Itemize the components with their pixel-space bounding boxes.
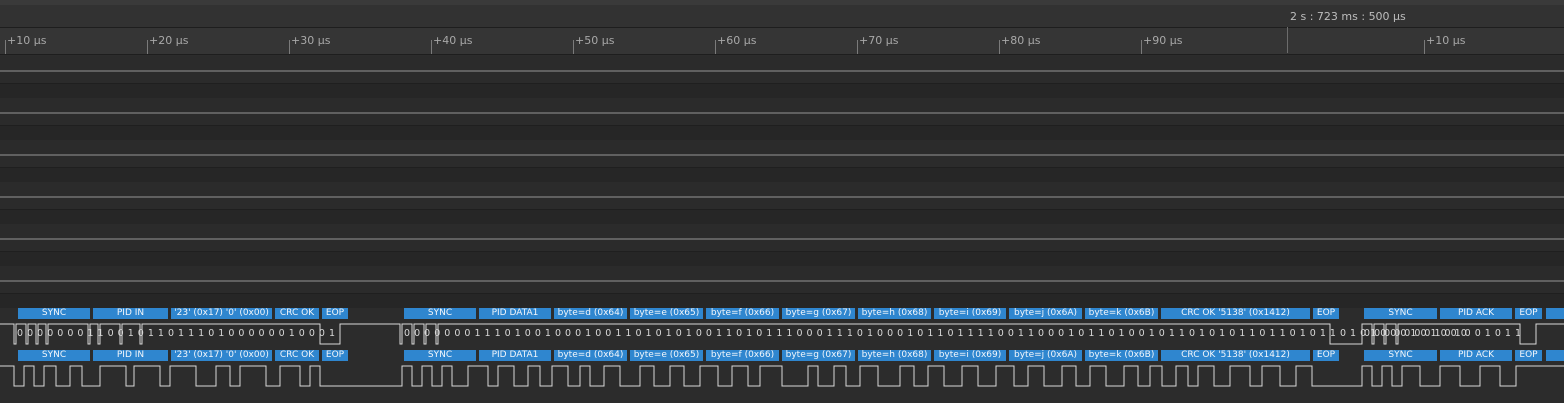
- ruler-label: +40 µs: [433, 34, 473, 47]
- channel-row[interactable]: [0, 266, 1564, 308]
- packet-byte[interactable]: byte=e (0x65): [630, 350, 703, 361]
- channel-idle-line: [0, 70, 1564, 72]
- packet-byte[interactable]: byte=e (0x65): [630, 308, 703, 319]
- channel-row[interactable]: [0, 56, 1564, 98]
- packet-partial[interactable]: [1546, 350, 1564, 361]
- ruler-tick: [289, 40, 290, 54]
- packet-eop[interactable]: EOP: [1313, 308, 1339, 319]
- ruler-tick: [999, 40, 1000, 54]
- ruler-label: +30 µs: [291, 34, 331, 47]
- channel-lane: [0, 209, 1564, 224]
- packet-sync[interactable]: SYNC: [1364, 308, 1437, 319]
- ruler-tick: [1424, 40, 1425, 54]
- packet-address[interactable]: '23' (0x17) '0' (0x00): [171, 350, 272, 361]
- ruler-tick: [715, 40, 716, 54]
- bit-values: 0 0 0 0 0 0 0 1 1 1 0 1 0 0 1 0 0 0 1 0 …: [404, 328, 1468, 339]
- packet-byte[interactable]: byte=j (0x6A): [1009, 350, 1082, 361]
- packet-eop[interactable]: EOP: [1313, 350, 1339, 361]
- time-marker-label: 2 s : 723 ms : 500 µs: [1290, 10, 1406, 23]
- packet-crc[interactable]: CRC OK '5138' (0x1412): [1161, 308, 1310, 319]
- packet-pid[interactable]: PID IN: [93, 350, 168, 361]
- packet-crc[interactable]: CRC OK: [275, 308, 319, 319]
- packet-sync[interactable]: SYNC: [404, 350, 476, 361]
- packet-pid[interactable]: PID IN: [93, 308, 168, 319]
- ruler-tick: [1141, 40, 1142, 54]
- packet-crc[interactable]: CRC OK: [275, 350, 319, 361]
- packet-pid[interactable]: PID ACK: [1440, 350, 1512, 361]
- channel-lane: [0, 251, 1564, 266]
- channel-row[interactable]: [0, 224, 1564, 266]
- packet-address[interactable]: '23' (0x17) '0' (0x00): [171, 308, 272, 319]
- channel-row[interactable]: [0, 140, 1564, 182]
- packet-byte[interactable]: byte=d (0x64): [554, 308, 627, 319]
- packet-eop[interactable]: EOP: [322, 308, 348, 319]
- ruler-label: +90 µs: [1143, 34, 1183, 47]
- ruler-label: +10 µs: [7, 34, 47, 47]
- ruler-label: +80 µs: [1001, 34, 1041, 47]
- packet-sync[interactable]: SYNC: [1364, 350, 1437, 361]
- channel-row[interactable]: [0, 182, 1564, 224]
- packet-byte[interactable]: byte=g (0x67): [782, 350, 855, 361]
- packet-byte[interactable]: byte=f (0x66): [706, 350, 779, 361]
- packet-pid[interactable]: PID ACK: [1440, 308, 1512, 319]
- channel-lane: [0, 293, 1564, 308]
- packet-eop[interactable]: EOP: [1515, 308, 1542, 319]
- bit-stream-row[interactable]: 0 0 0 0 0 0 0 1 1 0 0 1 0 1 1 0 1 1 1 0 …: [0, 323, 1564, 345]
- data-line-waveform[interactable]: [0, 364, 1564, 389]
- packet-sync[interactable]: SYNC: [18, 308, 90, 319]
- ruler-label: +60 µs: [717, 34, 757, 47]
- packet-byte[interactable]: byte=h (0x68): [858, 308, 931, 319]
- ruler-tick: [573, 40, 574, 54]
- channel-idle-line: [0, 112, 1564, 114]
- usb-decoder-row[interactable]: SYNC PID IN '23' (0x17) '0' (0x00) CRC O…: [0, 350, 1564, 362]
- ruler-label: +70 µs: [859, 34, 899, 47]
- packet-byte[interactable]: byte=d (0x64): [554, 350, 627, 361]
- capture-boundary: [1287, 27, 1288, 53]
- packet-sync[interactable]: SYNC: [18, 350, 90, 361]
- usb-decoder-row[interactable]: SYNC PID IN '23' (0x17) '0' (0x00) CRC O…: [0, 308, 1564, 320]
- ruler-label: +50 µs: [575, 34, 615, 47]
- bit-values: 0 0 0 0 0 0 0 1 1 0 0 1 0 1 1 0 1 1 1 0 …: [17, 328, 336, 339]
- channel-idle-line: [0, 280, 1564, 282]
- bit-values: 0 0 0 0 0 0 0 1 0 1 0 0 1 0 1 1: [1364, 328, 1522, 339]
- packet-byte[interactable]: byte=f (0x66): [706, 308, 779, 319]
- channel-idle-line: [0, 196, 1564, 198]
- packet-sync[interactable]: SYNC: [404, 308, 476, 319]
- packet-byte[interactable]: byte=i (0x69): [934, 350, 1006, 361]
- ruler-tick: [5, 40, 6, 54]
- packet-pid[interactable]: PID DATA1: [479, 308, 551, 319]
- packet-byte[interactable]: byte=k (0x6B): [1085, 350, 1158, 361]
- channel-row[interactable]: [0, 98, 1564, 140]
- packet-byte[interactable]: byte=i (0x69): [934, 308, 1006, 319]
- packet-byte[interactable]: byte=k (0x6B): [1085, 308, 1158, 319]
- channel-lane: [0, 125, 1564, 140]
- packet-byte[interactable]: byte=j (0x6A): [1009, 308, 1082, 319]
- channel-idle-line: [0, 238, 1564, 240]
- channel-lane: [0, 83, 1564, 98]
- packet-crc[interactable]: CRC OK '5138' (0x1412): [1161, 350, 1310, 361]
- ruler-tick: [147, 40, 148, 54]
- channel-lane: [0, 167, 1564, 182]
- ruler-label: +20 µs: [149, 34, 189, 47]
- packet-eop[interactable]: EOP: [1515, 350, 1542, 361]
- timeline-header: 2 s : 723 ms : 500 µs: [0, 0, 1564, 32]
- packet-byte[interactable]: byte=g (0x67): [782, 308, 855, 319]
- time-ruler[interactable]: +10 µs +20 µs +30 µs +40 µs +50 µs +60 µ…: [0, 27, 1564, 55]
- packet-pid[interactable]: PID DATA1: [479, 350, 551, 361]
- ruler-label: +10 µs: [1426, 34, 1466, 47]
- ruler-tick: [857, 40, 858, 54]
- packet-partial[interactable]: [1546, 308, 1564, 319]
- packet-byte[interactable]: byte=h (0x68): [858, 350, 931, 361]
- channel-idle-line: [0, 154, 1564, 156]
- packet-eop[interactable]: EOP: [322, 350, 348, 361]
- ruler-tick: [431, 40, 432, 54]
